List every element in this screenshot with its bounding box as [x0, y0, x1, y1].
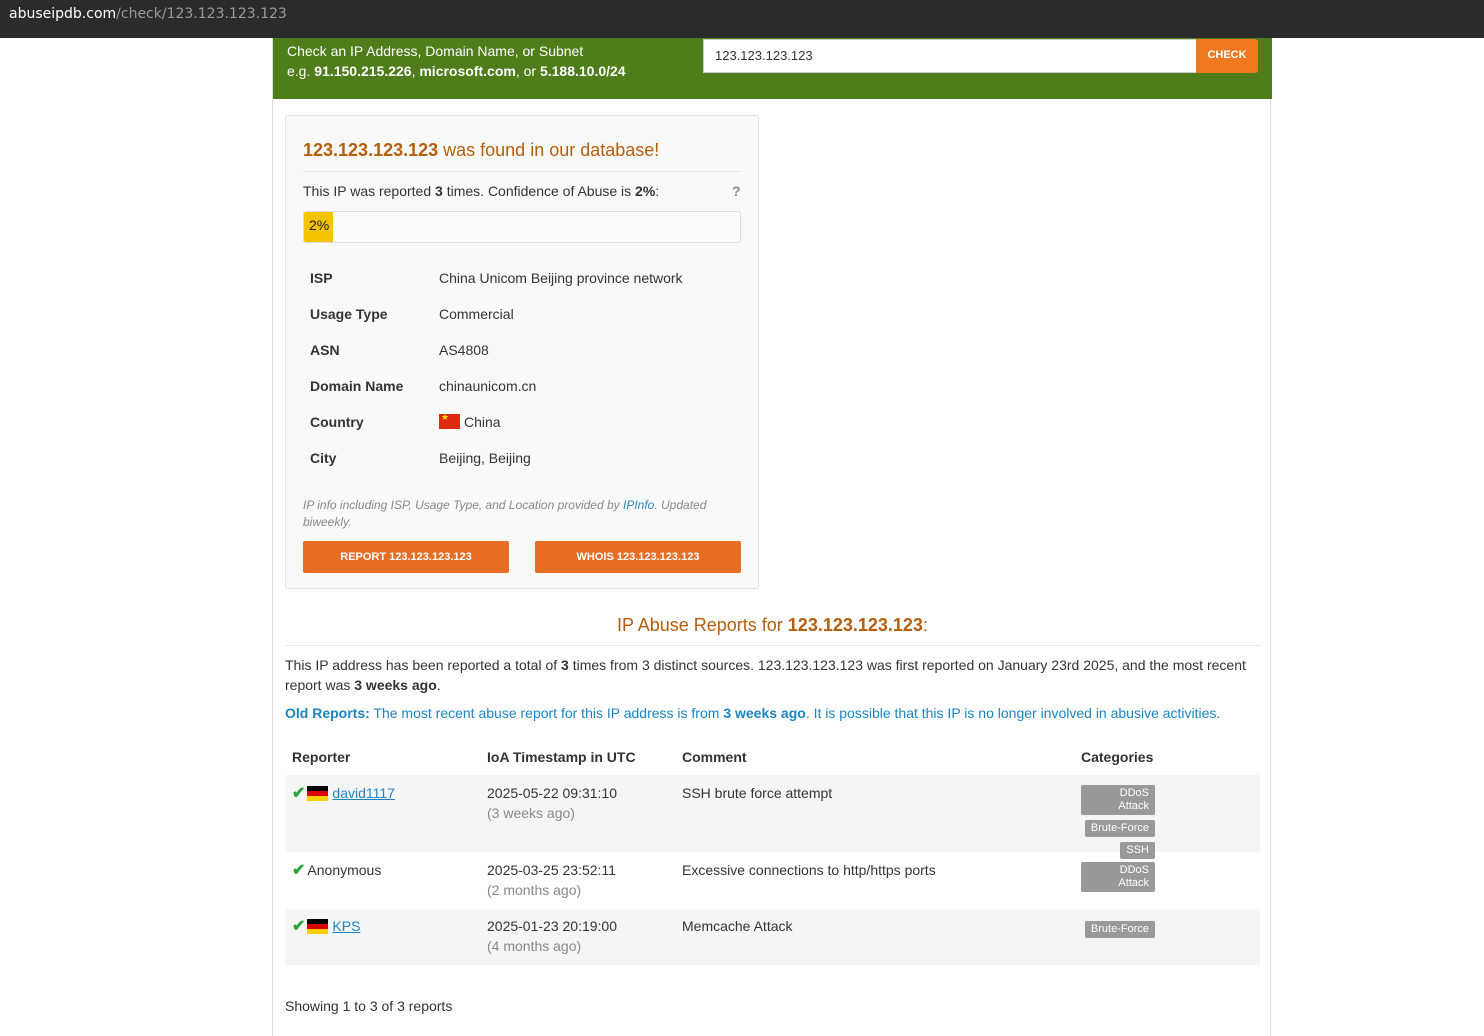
table-row: ✔ KPS 2025-01-23 20:19:00 (4 months ago) … [285, 909, 1260, 965]
china-flag-icon [439, 412, 460, 429]
ip-info-table: ISP China Unicom Beijing province networ… [303, 260, 741, 476]
example-ip: 91.150.215.226 [314, 63, 412, 79]
divider [303, 171, 741, 172]
report-comment: Memcache Attack [682, 918, 793, 934]
search-examples: e.g. 91.150.215.226, microsoft.com, or 5… [287, 63, 626, 79]
reports-summary: This IP address has been reported a tota… [285, 657, 1246, 693]
report-timestamp: 2025-03-25 23:52:11 [487, 862, 616, 878]
report-comment: Excessive connections to http/https port… [682, 862, 936, 878]
url-path: /check/123.123.123.123 [116, 6, 287, 22]
report-age: (3 weeks ago) [487, 805, 575, 821]
reporter-name: Anonymous [307, 862, 382, 878]
ipinfo-link[interactable]: IPInfo [623, 498, 654, 512]
report-ip-button[interactable]: REPORT 123.123.123.123 [303, 541, 509, 573]
report-age: (4 months ago) [487, 938, 582, 954]
confidence-bar: 2% [304, 212, 333, 242]
column-header-timestamp: IoA Timestamp in UTC [487, 749, 636, 765]
report-timestamp: 2025-05-22 09:31:10 [487, 785, 617, 801]
search-hero: Check an IP Address, Domain Name, or Sub… [273, 38, 1272, 99]
example-domain: microsoft.com [419, 63, 516, 79]
category-badge[interactable]: DDoS Attack [1081, 785, 1155, 815]
search-instructions-line1: Check an IP Address, Domain Name, or Sub… [287, 43, 584, 59]
address-bar[interactable]: abuseipdb.com/check/123.123.123.123 [0, 0, 1484, 38]
ip-search-input[interactable]: 123.123.123.123 [703, 39, 1197, 73]
whois-button[interactable]: WHOIS 123.123.123.123 [535, 541, 741, 573]
help-icon[interactable]: ? [732, 183, 741, 199]
reports-heading: IP Abuse Reports for 123.123.123.123: [617, 615, 928, 635]
result-heading: 123.123.123.123 was found in our databas… [303, 140, 660, 160]
category-badge[interactable]: Brute-Force [1084, 820, 1155, 837]
verified-check-icon: ✔ [292, 785, 306, 802]
info-row-domain-name: Domain Name chinaunicom.cn [310, 378, 537, 394]
ipinfo-note: IP info including ISP, Usage Type, and L… [303, 498, 707, 529]
check-button[interactable]: CHECK [1196, 39, 1258, 73]
verified-check-icon: ✔ [292, 918, 306, 935]
info-row-usage-type: Usage Type Commercial [310, 306, 514, 322]
info-row-isp: ISP China Unicom Beijing province networ… [310, 270, 683, 286]
category-badge[interactable]: DDoS Attack [1081, 862, 1155, 892]
example-subnet: 5.188.10.0/24 [539, 63, 626, 79]
old-reports-notice: Old Reports: The most recent abuse repor… [285, 705, 1221, 721]
report-summary: This IP was reported 3 times. Confidence… [303, 183, 660, 199]
report-categories: DDoS Attack Brute-Force SSH [1081, 785, 1155, 862]
column-header-reporter: Reporter [292, 749, 351, 765]
germany-flag-icon [307, 919, 329, 934]
info-row-country: Country China [303, 404, 741, 440]
report-categories: DDoS Attack [1081, 862, 1155, 895]
report-comment: SSH brute force attempt [682, 785, 833, 801]
search-instructions: Check an IP Address, Domain Name, or Sub… [287, 41, 626, 81]
verified-check-icon: ✔ [292, 862, 306, 879]
report-categories: Brute-Force [1081, 919, 1155, 941]
ip-result-panel: 123.123.123.123 was found in our databas… [285, 115, 759, 589]
table-row: ✔ david1117 2025-05-22 09:31:10 (3 weeks … [285, 775, 1260, 859]
reporter-link[interactable]: KPS [332, 918, 360, 934]
germany-flag-icon [307, 786, 329, 801]
table-row: ✔ Anonymous 2025-03-25 23:52:11 (2 months… [285, 852, 1260, 909]
divider [285, 645, 1260, 646]
report-age: (2 months ago) [487, 882, 582, 898]
category-badge[interactable]: Brute-Force [1084, 921, 1155, 938]
confidence-progress: 2% [303, 211, 741, 243]
report-timestamp: 2025-01-23 20:19:00 [487, 918, 617, 934]
column-header-categories: Categories [1081, 749, 1154, 765]
pagination-info: Showing 1 to 3 of 3 reports [285, 998, 453, 1014]
column-header-comment: Comment [682, 749, 747, 765]
main-container: Check an IP Address, Domain Name, or Sub… [272, 38, 1272, 1036]
reporter-link[interactable]: david1117 [332, 785, 395, 801]
url-host: abuseipdb.com [9, 6, 117, 22]
info-row-city: City Beijing, Beijing [310, 450, 531, 466]
info-row-asn: ASN AS4808 [310, 342, 489, 358]
